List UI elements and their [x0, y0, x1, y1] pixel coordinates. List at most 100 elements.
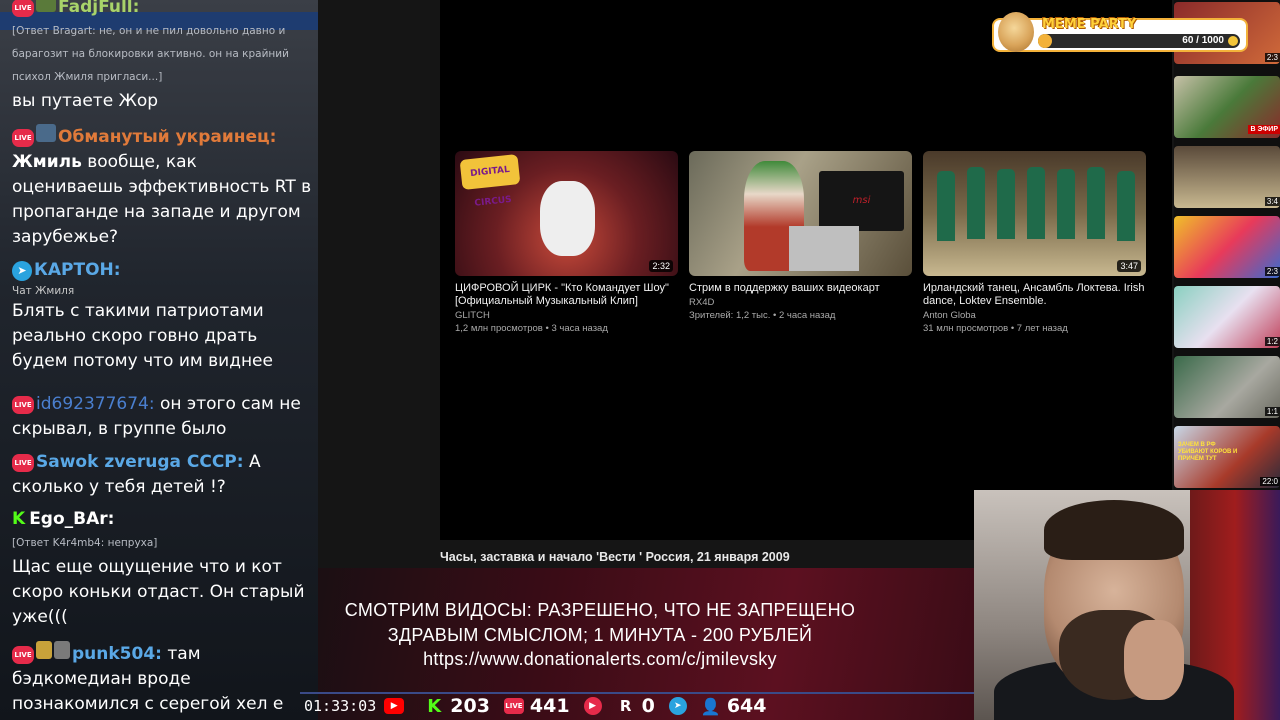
recommendation-thumbnail[interactable]: 1:2: [1174, 286, 1280, 348]
stream-stats-bar: 01:33:03 ▶ K 203 LIVE 441 ▶ R 0 ➤ 👤 644: [304, 692, 804, 720]
video-title[interactable]: Стрим в поддержку ваших видеокарт: [689, 282, 912, 295]
stream-uptime: 01:33:03: [304, 697, 377, 715]
emote-icon: [36, 124, 56, 142]
video-card[interactable]: msi Стрим в поддержку ваших видеокарт RX…: [689, 151, 912, 351]
end-screen-grid: DIGITAL CIRCUS 2:32 ЦИФРОВОЙ ЦИРК - "Кто…: [455, 151, 1155, 351]
video-meta: Зрителей: 1,2 тыс. • 2 часа назад: [689, 310, 836, 321]
chat-nick: punk504:: [72, 644, 162, 664]
video-thumbnail[interactable]: DIGITAL CIRCUS 2:32: [455, 151, 678, 276]
meme-progress-bar: 60 / 1000: [1038, 34, 1240, 48]
chat-text: Щас еще ощущение что и кот скоро коньки …: [12, 557, 305, 627]
viewers-icon: 👤: [700, 696, 721, 716]
video-channel[interactable]: Anton Globa: [923, 310, 1146, 321]
chat-source: Чат Жмиля: [12, 285, 75, 297]
meme-progress-fill: [1038, 34, 1052, 48]
chat-panel: LIVE FadjFull: [Ответ Bragart: не, он и н…: [0, 0, 318, 720]
video-card[interactable]: DIGITAL CIRCUS 2:32 ЦИФРОВОЙ ЦИРК - "Кто…: [455, 151, 678, 351]
webcam-feed: [974, 490, 1280, 720]
dancer-icon: [1117, 171, 1135, 241]
reply-quote: [Ответ K4r4mb4: непруха]: [12, 537, 158, 549]
video-title[interactable]: Ирландский танец, Ансамбль Локтева. Iris…: [923, 282, 1146, 308]
donation-link[interactable]: https://www.donationalerts.com/c/jmilevs…: [300, 647, 900, 672]
video-title[interactable]: ЦИФРОВОЙ ЦИРК - "Кто Командует Шоу" [Офи…: [455, 282, 678, 308]
jester-figure-icon: [540, 181, 595, 256]
coin-icon: [1228, 36, 1238, 46]
chat-message: LIVE Обманутый украинец: Жмиль вообще, ка…: [12, 124, 312, 250]
dancer-icon: [1027, 167, 1045, 239]
recommendation-thumbnail[interactable]: 1:1: [1174, 356, 1280, 418]
thumb-caption: ЗАЧЕМ В РФ УБИВАЮТ КОРОВ И ПРИЧЁМ ТУТ: [1178, 442, 1238, 462]
chat-nick: id692377674:: [36, 394, 155, 414]
vk-live-viewers: 441: [529, 695, 570, 717]
current-video-title: Часы, заставка и начало 'Вести ' Россия,…: [440, 550, 790, 564]
vk-live-icon: LIVE: [503, 698, 524, 714]
thumb-duration: 1:1: [1264, 407, 1280, 416]
play-icon: ▶: [583, 697, 602, 715]
recommendation-thumbnail[interactable]: ЗАЧЕМ В РФ УБИВАЮТ КОРОВ И ПРИЧЁМ ТУТ 22…: [1174, 426, 1280, 488]
meme-party-title: MEME PARTY: [1042, 17, 1137, 32]
thumb-duration: 2:3: [1264, 267, 1280, 276]
chat-text: вы путаете Жор: [12, 91, 159, 111]
kick-icon: K: [427, 695, 442, 717]
banner-line: СМОТРИМ ВИДОСЫ: РАЗРЕШЕНО, ЧТО НЕ ЗАПРЕЩ…: [344, 600, 856, 620]
youtube-icon: ▶: [384, 698, 405, 714]
telegram-icon: ➤: [668, 697, 687, 715]
telegram-icon: ➤: [12, 261, 32, 281]
chat-message: LIVE punk504: там бэдкомедиан вроде позна…: [12, 641, 312, 717]
live-badge-icon: LIVE: [12, 396, 34, 414]
live-badge: В ЭФИР: [1248, 125, 1280, 134]
pc-case-icon: [789, 226, 859, 271]
kick-viewers: 203: [450, 695, 490, 717]
video-duration: 3:47: [1117, 260, 1141, 272]
doge-logo-icon: [998, 12, 1034, 52]
chat-nick: FadjFull:: [58, 0, 140, 17]
video-meta: 31 млн просмотров • 7 лет назад: [923, 323, 1068, 334]
recommendation-thumbnail[interactable]: 3:4: [1174, 146, 1280, 208]
video-meta: 1,2 млн просмотров • 3 часа назад: [455, 323, 608, 334]
chat-message: LIVE Sawok zveruga CCCP: А сколько у тебя…: [12, 450, 312, 500]
dancer-icon: [937, 171, 955, 241]
reply-quote: [Ответ Bragart: не, он и не пил довольно…: [12, 25, 289, 83]
recommendation-thumbnail[interactable]: 2:3: [1174, 216, 1280, 278]
thumb-duration: 1:2: [1264, 337, 1280, 346]
emote-icon: [54, 641, 70, 659]
emote-icon: [36, 0, 56, 12]
video-channel[interactable]: RX4D: [689, 297, 912, 308]
thumb-duration: 22:0: [1260, 477, 1280, 486]
dancer-icon: [967, 167, 985, 239]
dancer-icon: [1057, 169, 1075, 239]
rutube-icon: R: [619, 697, 632, 715]
chat-text: Блять с такими патриотами реально скоро …: [12, 301, 273, 371]
live-badge-icon: LIVE: [12, 454, 34, 472]
live-badge-icon: LIVE: [12, 129, 34, 147]
live-badge-icon: LIVE: [12, 646, 34, 664]
chat-mention: Жмиль: [12, 152, 82, 172]
thumb-duration: 2:3: [1264, 53, 1280, 62]
video-channel[interactable]: GLITCH: [455, 310, 678, 321]
thumb-duration: 3:4: [1264, 197, 1280, 206]
dancer-icon: [997, 169, 1015, 239]
live-badge-icon: LIVE: [12, 0, 34, 17]
streamer-hair: [1044, 500, 1184, 560]
chat-nick: КАРТОН:: [34, 260, 121, 280]
streamer-hand: [1124, 620, 1184, 700]
chat-nick: Ego_BAr:: [29, 509, 115, 529]
video-card[interactable]: 3:47 Ирландский танец, Ансамбль Локтева.…: [923, 151, 1146, 351]
chat-message: ➤ КАРТОН: Чат Жмиля Блять с такими патрио…: [12, 258, 312, 374]
video-duration: 2:32: [649, 260, 673, 272]
rutube-viewers: 0: [641, 695, 655, 717]
chat-message: K Ego_BAr: [Ответ K4r4mb4: непруха] Щас е…: [12, 507, 312, 630]
video-thumbnail[interactable]: msi: [689, 151, 912, 276]
monitor-icon: msi: [819, 171, 904, 231]
recommendation-thumbnail[interactable]: В ЭФИР: [1174, 76, 1280, 138]
emote-icon: [36, 641, 52, 659]
video-thumbnail[interactable]: 3:47: [923, 151, 1146, 276]
chat-message: LIVE FadjFull:: [12, 0, 312, 20]
circus-logo-icon: DIGITAL CIRCUS: [459, 154, 521, 209]
total-viewers: 644: [726, 695, 767, 717]
stream-overlay: DIGITAL CIRCUS 2:32 ЦИФРОВОЙ ЦИРК - "Кто…: [0, 0, 1280, 720]
chat-nick: Sawok zveruga CCCP:: [36, 452, 244, 472]
banner-line: ЗДРАВЫМ СМЫСЛОМ; 1 МИНУТА - 200 РУБЛЕЙ: [387, 624, 813, 645]
donation-banner-text: СМОТРИМ ВИДОСЫ: РАЗРЕШЕНО, ЧТО НЕ ЗАПРЕЩ…: [300, 598, 900, 672]
meme-party-widget: MEME PARTY 60 / 1000: [992, 12, 1248, 52]
